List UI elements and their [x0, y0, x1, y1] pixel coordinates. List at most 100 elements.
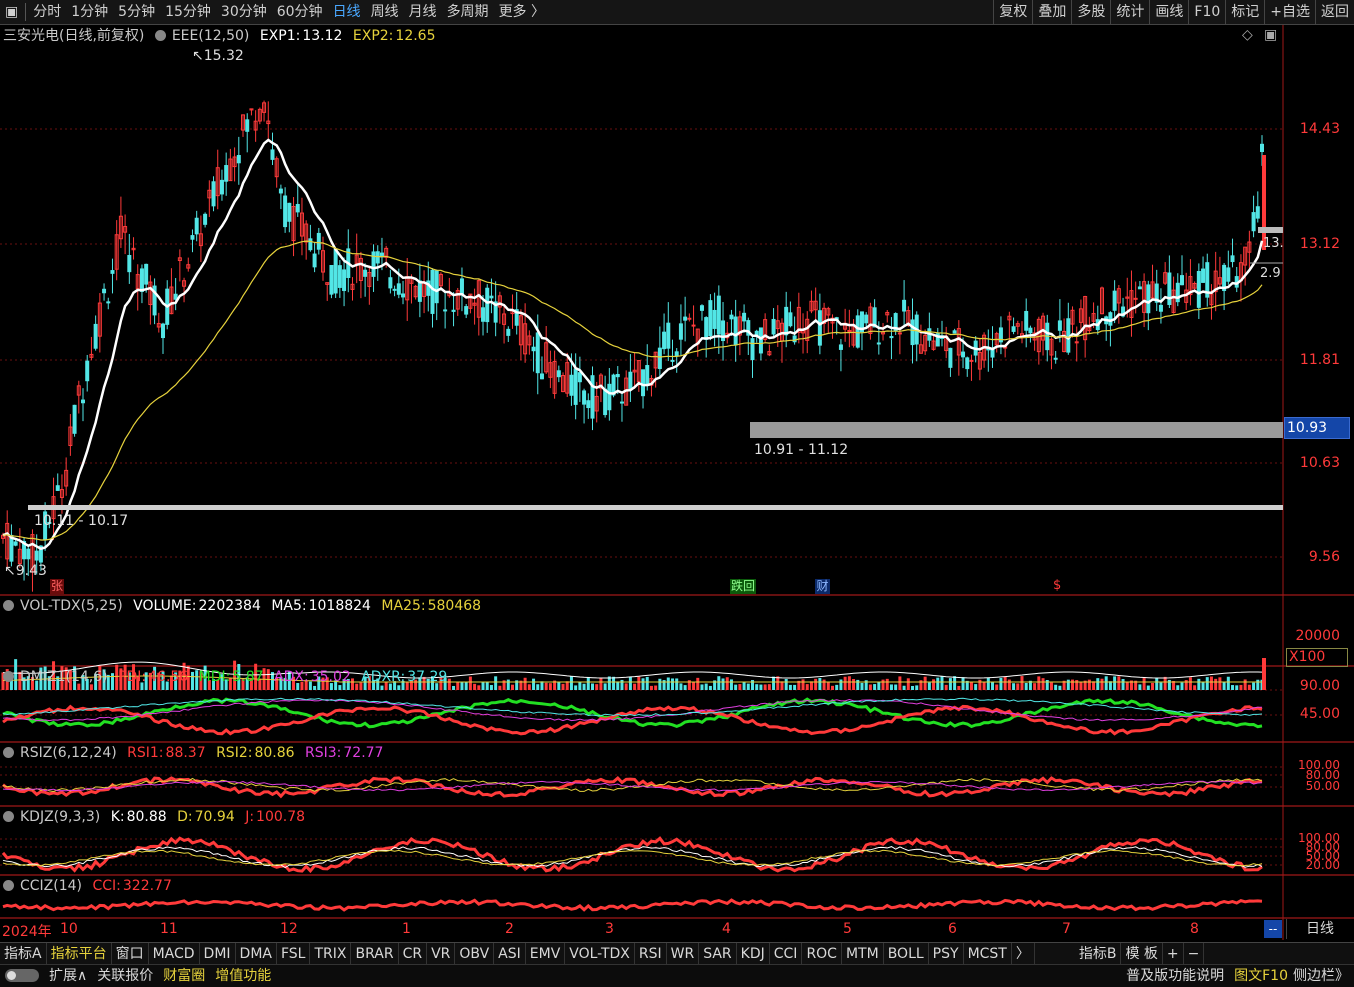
- period-tab[interactable]: 月线: [404, 0, 442, 24]
- candle-body: [1179, 275, 1184, 286]
- indicator-tab[interactable]: RSI: [635, 943, 667, 965]
- indicator-tab[interactable]: KDJ: [737, 943, 770, 965]
- period-tab[interactable]: 30分钟: [216, 0, 272, 24]
- indicator-tab[interactable]: FSL: [277, 943, 311, 965]
- candle-body: [556, 370, 561, 378]
- indicator-menu-icon[interactable]: [3, 880, 14, 891]
- candle-body: [93, 323, 98, 349]
- period-tab[interactable]: 分时: [28, 0, 66, 24]
- indicator-tab[interactable]: VOL-TDX: [565, 943, 635, 965]
- period-tab[interactable]: 1分钟: [66, 0, 113, 24]
- volume-bar: [932, 679, 936, 690]
- event-mark-diehui[interactable]: 跌回: [730, 579, 757, 594]
- toggle-switch[interactable]: [0, 965, 44, 987]
- window-menu-icon[interactable]: ▣: [0, 0, 23, 24]
- value-added-button[interactable]: 增值功能: [210, 965, 276, 987]
- indicator-tab[interactable]: MTM: [842, 943, 884, 965]
- candle-body: [190, 235, 195, 240]
- indicator-tab[interactable]: WR: [667, 943, 700, 965]
- indicator-menu-icon[interactable]: [3, 747, 14, 758]
- price-marker: [1258, 227, 1283, 233]
- candle-body: [666, 322, 671, 349]
- indicator-tab[interactable]: DMI: [200, 943, 236, 965]
- event-mark-zhang[interactable]: 张: [50, 579, 64, 594]
- volume-bar: [868, 684, 872, 690]
- candle-body: [969, 359, 974, 362]
- candle-body: [641, 369, 646, 397]
- indicator-tab[interactable]: MCST: [964, 943, 1012, 965]
- indicator-tab[interactable]: EMV: [526, 943, 566, 965]
- period-tab[interactable]: 多周期: [442, 0, 494, 24]
- toolbar-button[interactable]: 标记: [1225, 0, 1264, 24]
- indicator-tab[interactable]: 指标平台: [47, 943, 112, 965]
- related-quotes-button[interactable]: 关联报价: [92, 965, 158, 987]
- volume-bar: [1049, 682, 1053, 690]
- toolbar-button[interactable]: +自选: [1264, 0, 1315, 24]
- toolbar-button[interactable]: F10: [1188, 0, 1225, 24]
- indicator-tab[interactable]: PSY: [929, 943, 964, 965]
- candle-body: [670, 359, 675, 362]
- indicator-tab[interactable]: +: [1163, 943, 1184, 965]
- sidebar-toggle[interactable]: 侧边栏》: [1288, 965, 1354, 987]
- toolbar-button[interactable]: 复权: [993, 0, 1032, 24]
- indicator-tab[interactable]: BRAR: [351, 943, 399, 965]
- panel-toggle-icon[interactable]: ▣: [1264, 27, 1277, 43]
- event-mark-dollar[interactable]: $: [1053, 578, 1061, 593]
- indicator-tab[interactable]: 指标B: [1075, 943, 1122, 965]
- indicator-tab[interactable]: VR: [427, 943, 456, 965]
- indicator-menu-icon[interactable]: [3, 811, 14, 822]
- indicator-tab[interactable]: −: [1184, 943, 1205, 965]
- indicator-tab[interactable]: MACD: [149, 943, 200, 965]
- candle-body: [619, 401, 624, 404]
- toolbar-button[interactable]: 统计: [1110, 0, 1149, 24]
- toolbar-button[interactable]: 多股: [1071, 0, 1110, 24]
- volume-bar: [510, 684, 514, 690]
- indicator-menu-icon[interactable]: [3, 671, 14, 682]
- toolbar-button[interactable]: 叠加: [1032, 0, 1071, 24]
- diamond-icon[interactable]: ◇: [1242, 27, 1253, 43]
- volume-bar: [822, 679, 826, 690]
- volume-bar: [1180, 682, 1184, 690]
- period-tab[interactable]: 15分钟: [160, 0, 216, 24]
- support-zone-upper: [750, 422, 1283, 438]
- indicator-menu-icon[interactable]: [3, 600, 14, 611]
- period-tab[interactable]: 60分钟: [272, 0, 328, 24]
- status-right: 普及版功能说明 图文F10 侧边栏》: [1121, 965, 1354, 987]
- indicator-tab[interactable]: ASI: [494, 943, 526, 965]
- f10-link[interactable]: 图文F10: [1229, 965, 1288, 987]
- candle-body: [485, 287, 490, 323]
- event-mark-cai[interactable]: 财: [815, 579, 830, 594]
- candle-body: [1137, 286, 1142, 290]
- period-tab[interactable]: 日线: [328, 0, 366, 24]
- volume-bar: [1087, 679, 1091, 690]
- indicator-tab[interactable]: DMA: [236, 943, 277, 965]
- chart-area[interactable]: 三安光电(日线,前复权) EEE(12,50) EXP1: 13.12 EXP2:…: [0, 25, 1354, 940]
- period-tab[interactable]: 5分钟: [113, 0, 160, 24]
- indicator-tab[interactable]: ROC: [802, 943, 842, 965]
- period-tab[interactable]: 周线: [366, 0, 404, 24]
- indicator-tab[interactable]: 指标A: [0, 943, 47, 965]
- help-link[interactable]: 普及版功能说明: [1121, 965, 1229, 987]
- indicator-tab[interactable]: OBV: [455, 943, 495, 965]
- period-label[interactable]: 日线: [1286, 919, 1353, 939]
- indicator-tab[interactable]: 模 板: [1121, 943, 1163, 965]
- toolbar-button[interactable]: 画线: [1149, 0, 1188, 24]
- volume-bar: [1037, 676, 1041, 690]
- indicator-tab[interactable]: CCI: [770, 943, 803, 965]
- zone-label-upper: 10.91 - 11.12: [754, 442, 849, 458]
- indicator-tab[interactable]: TRIX: [310, 943, 352, 965]
- indicator-tab[interactable]: 窗口: [112, 943, 149, 965]
- indicator-tab[interactable]: SAR: [699, 943, 737, 965]
- indicator-tab[interactable]: 〉: [1012, 943, 1035, 965]
- volume-bar: [1205, 677, 1209, 690]
- indicator-tab[interactable]: CR: [399, 943, 428, 965]
- wealth-circle-button[interactable]: 财富圈: [158, 965, 210, 987]
- candle-body: [708, 300, 713, 337]
- d-value: 70.94: [194, 809, 235, 825]
- indicator-tab[interactable]: BOLL: [884, 943, 929, 965]
- indicator-menu-icon[interactable]: [154, 30, 166, 41]
- volume-bar: [565, 681, 569, 690]
- toolbar-button[interactable]: 返回: [1315, 0, 1354, 24]
- period-tab[interactable]: 更多 〉: [494, 0, 550, 24]
- expand-button[interactable]: 扩展∧: [44, 965, 92, 987]
